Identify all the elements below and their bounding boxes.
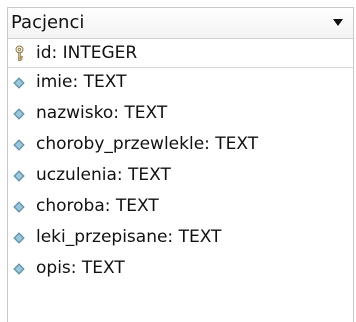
field-row-id[interactable]: id: INTEGER [8,39,353,68]
table-header: Pacjenci [8,8,353,39]
field-row-imie[interactable]: imie: TEXT [8,68,353,99]
field-diamond-icon [13,170,25,182]
field-row-leki-przepisane[interactable]: leki_przepisane: TEXT [8,223,353,254]
field-diamond-icon [13,108,25,120]
field-label-id: id: INTEGER [36,43,138,63]
field-diamond-icon [13,201,25,213]
table-title: Pacjenci [11,12,85,33]
field-label-choroba: choroba: TEXT [36,196,159,216]
chevron-down-icon[interactable] [332,18,344,27]
key-icon [15,45,24,62]
field-list: imie: TEXT nazwisko: TEXT choroby_przewl… [8,68,353,285]
field-row-uczulenia[interactable]: uczulenia: TEXT [8,161,353,192]
field-label-uczulenia: uczulenia: TEXT [36,165,171,185]
field-label-opis: opis: TEXT [36,258,125,278]
field-row-choroby-przewlekle[interactable]: choroby_przewlekle: TEXT [8,130,353,161]
field-diamond-icon [13,263,25,275]
field-diamond-icon [13,139,25,151]
field-diamond-icon [13,232,25,244]
field-row-choroba[interactable]: choroba: TEXT [8,192,353,223]
field-label-leki-przepisane: leki_przepisane: TEXT [36,227,222,247]
field-label-choroby-przewlekle: choroby_przewlekle: TEXT [36,134,259,154]
field-row-opis[interactable]: opis: TEXT [8,254,353,285]
field-label-imie: imie: TEXT [36,72,127,92]
field-row-nazwisko[interactable]: nazwisko: TEXT [8,99,353,130]
field-label-nazwisko: nazwisko: TEXT [36,103,168,123]
entity-table: Pacjenci id: INTEGER imie: TEXT nazwisko… [7,7,354,322]
field-diamond-icon [13,77,25,89]
